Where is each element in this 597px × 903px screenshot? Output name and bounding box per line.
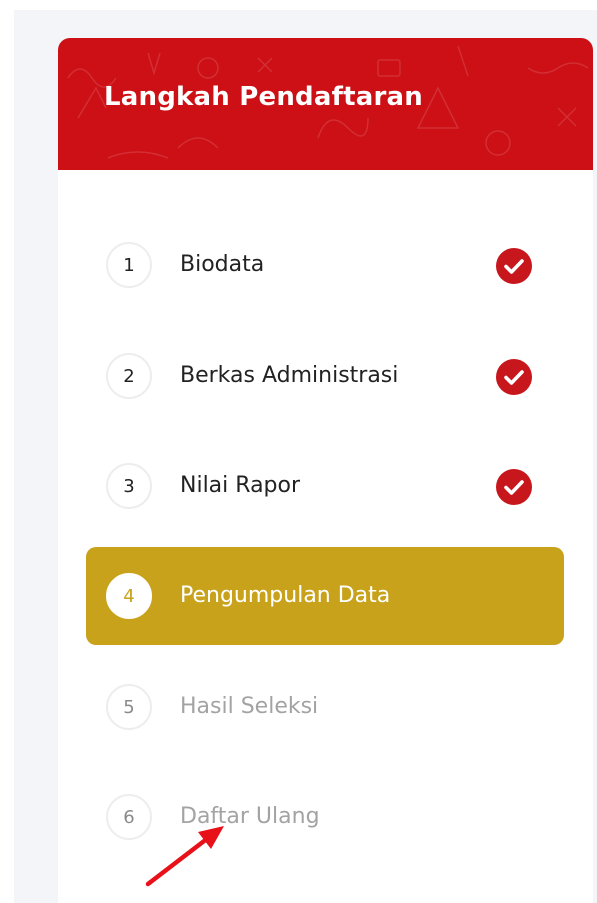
step-number-badge: 2 <box>106 353 152 399</box>
card-title: Langkah Pendaftaran <box>104 82 423 112</box>
page: Langkah Pendaftaran 1 Biodata 2 Berkas A… <box>0 0 597 903</box>
step-number-badge: 5 <box>106 684 152 730</box>
step-biodata[interactable]: 1 Biodata <box>86 216 564 314</box>
registration-steps-card: Langkah Pendaftaran 1 Biodata 2 Berkas A… <box>58 38 593 903</box>
step-label: Berkas Administrasi <box>180 363 399 388</box>
step-number-badge: 1 <box>106 242 152 288</box>
step-label: Pengumpulan Data <box>180 583 391 608</box>
step-daftar-ulang: 6 Daftar Ulang <box>86 768 564 866</box>
step-berkas-administrasi[interactable]: 2 Berkas Administrasi <box>86 327 564 425</box>
step-nilai-rapor[interactable]: 3 Nilai Rapor <box>86 437 564 535</box>
step-number-badge: 4 <box>106 573 152 619</box>
check-circle-icon <box>496 469 532 505</box>
check-circle-icon <box>496 359 532 395</box>
step-label: Biodata <box>180 252 265 277</box>
step-number-badge: 6 <box>106 794 152 840</box>
step-label: Hasil Seleksi <box>180 694 319 719</box>
step-number-badge: 3 <box>106 463 152 509</box>
card-header: Langkah Pendaftaran <box>58 38 593 170</box>
step-pengumpulan-data[interactable]: 4 Pengumpulan Data <box>86 547 564 645</box>
step-label: Nilai Rapor <box>180 473 301 498</box>
step-label: Daftar Ulang <box>180 804 320 829</box>
step-hasil-seleksi: 5 Hasil Seleksi <box>86 658 564 756</box>
check-circle-icon <box>496 248 532 284</box>
